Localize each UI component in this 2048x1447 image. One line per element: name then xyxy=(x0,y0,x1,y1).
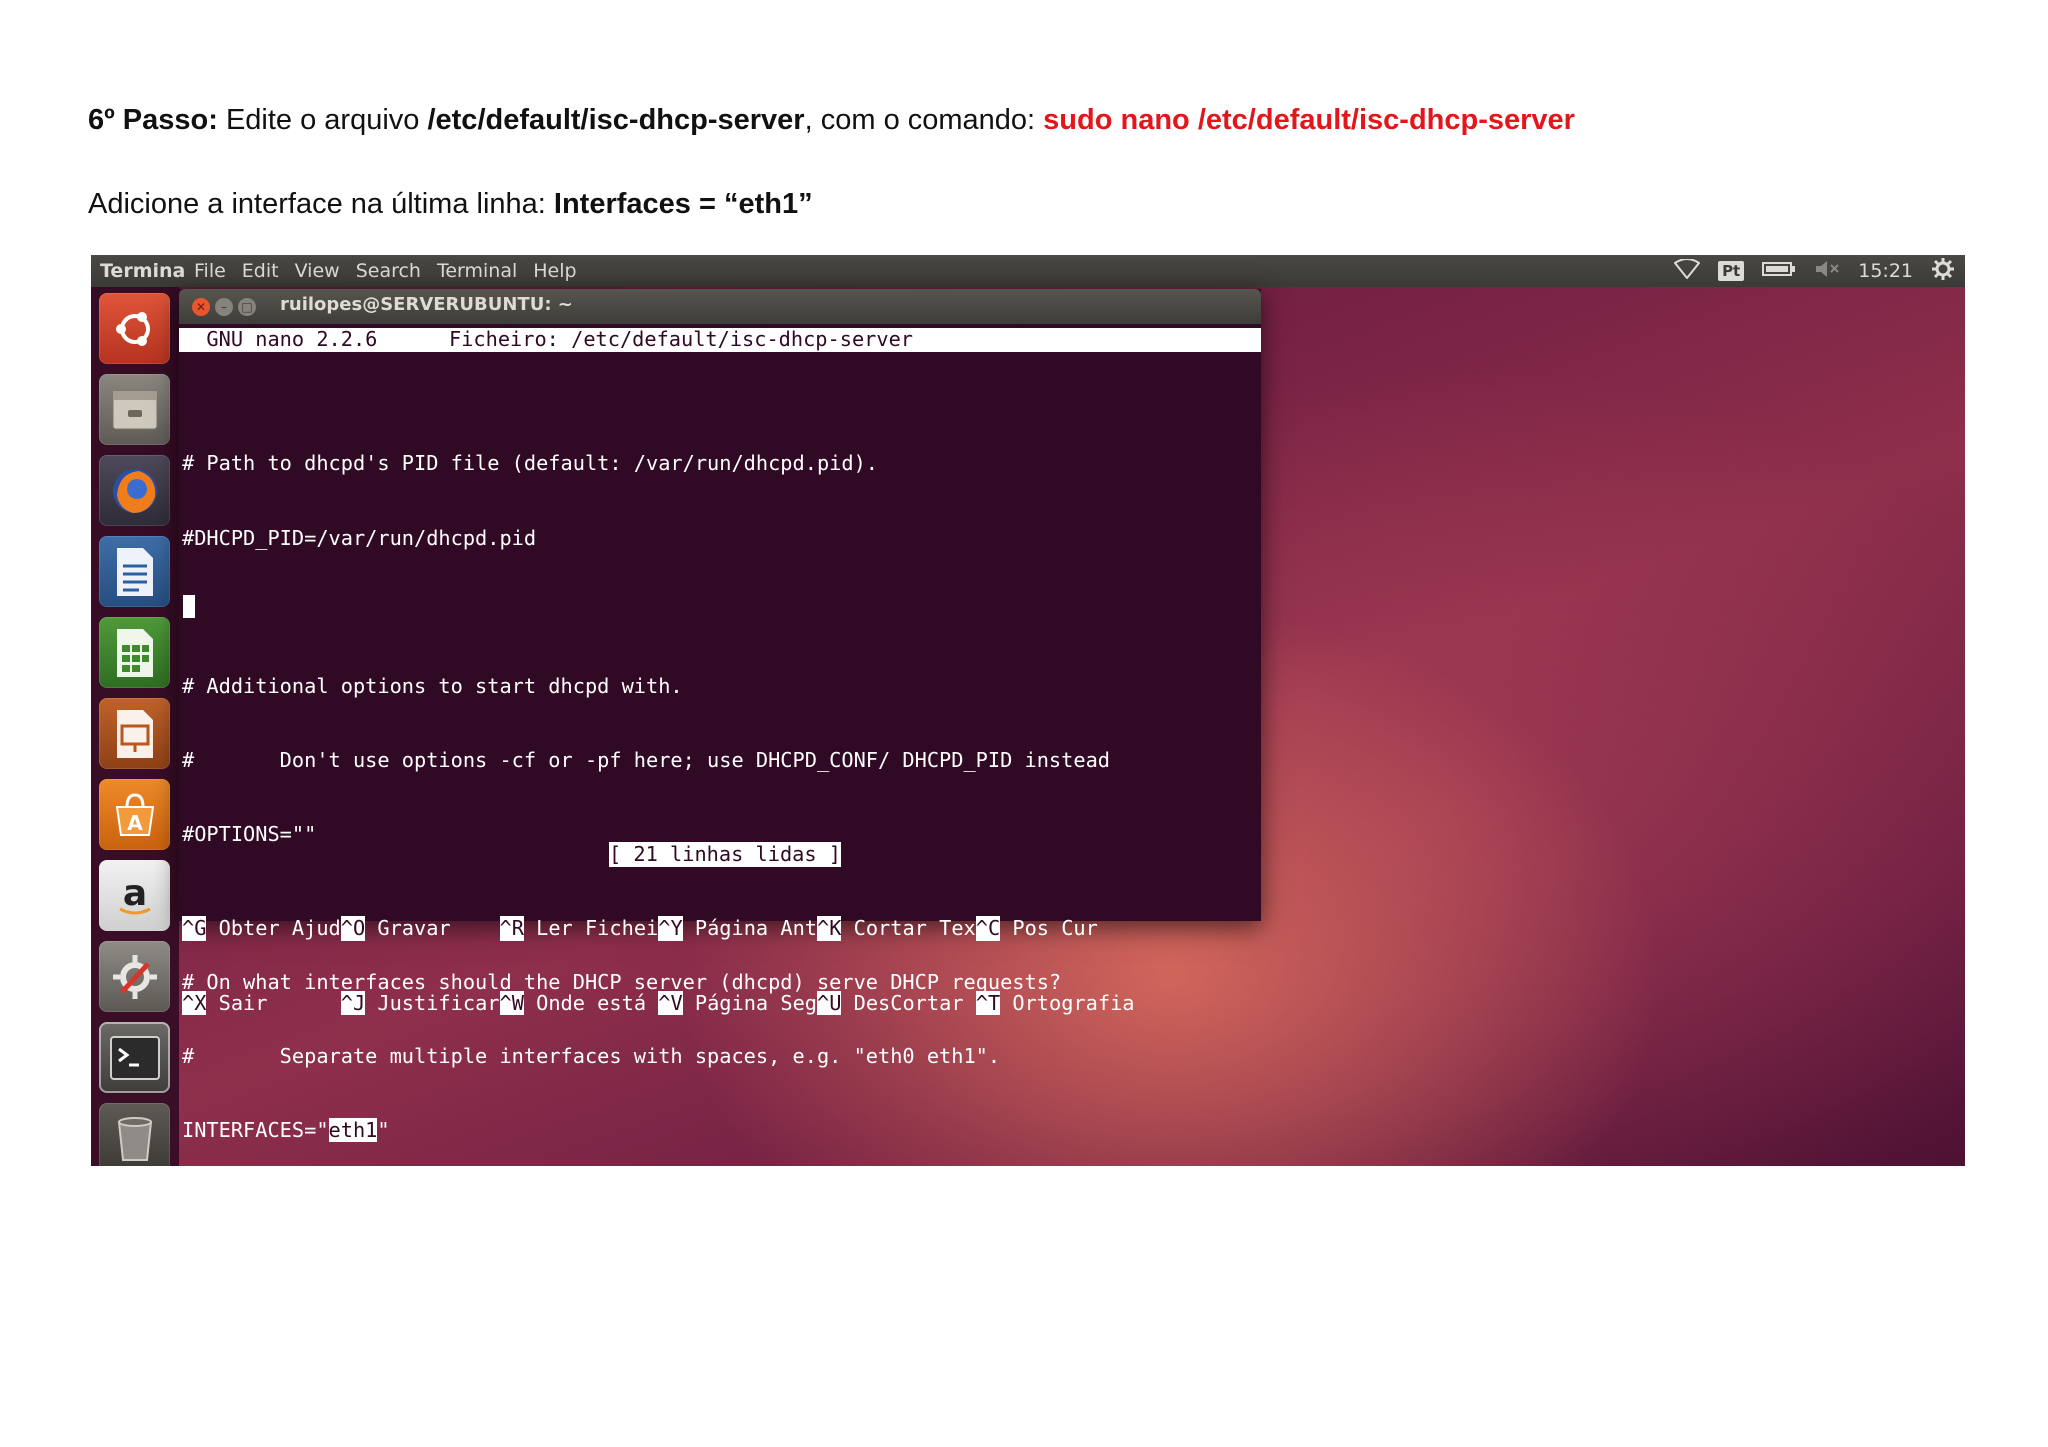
shortcut-cut-text[interactable]: ^K Cortar Tex xyxy=(817,916,976,942)
battery-icon[interactable] xyxy=(1762,260,1796,282)
impress-icon[interactable] xyxy=(99,698,170,769)
menu-view[interactable]: View xyxy=(287,260,348,282)
menu-file[interactable]: File xyxy=(186,260,234,282)
shortcut-bar: ^G Obter Ajud ^O Gravar ^R Ler Fichei ^Y… xyxy=(182,867,1135,1065)
file-line xyxy=(182,600,1110,625)
nano-filename: Ficheiro: /etc/default/isc-dhcp-server xyxy=(449,327,913,351)
nano-version: GNU nano 2.2.6 xyxy=(182,327,378,351)
active-app-name: Terminal xyxy=(100,260,186,282)
add-interface-instruction: Adicione a interface na última linha: In… xyxy=(88,186,813,222)
menu-terminal[interactable]: Terminal xyxy=(429,260,525,282)
shortcut-row: ^X Sair ^J Justificar ^W Onde está ^V Pá… xyxy=(182,990,1135,1016)
close-icon[interactable]: ✕ xyxy=(192,298,210,316)
shortcut-next-page[interactable]: ^V Página Seg xyxy=(658,990,817,1016)
shortcut-prev-page[interactable]: ^Y Página Ant xyxy=(658,916,817,942)
clock[interactable]: 15:21 xyxy=(1858,260,1913,282)
trash-icon[interactable] xyxy=(99,1103,170,1166)
keyboard-layout-icon[interactable]: Pt xyxy=(1718,261,1745,281)
terminal-icon[interactable] xyxy=(99,1022,170,1093)
ubuntu-dash-icon[interactable] xyxy=(99,293,170,364)
file-line: # Path to dhcpd's PID file (default: /va… xyxy=(182,451,878,476)
step-instruction: 6º Passo: Edite o arquivo /etc/default/i… xyxy=(88,102,1575,138)
interfaces-suffix: " xyxy=(377,1118,390,1143)
step-command: sudo nano /etc/default/isc-dhcp-server xyxy=(1043,104,1575,136)
shortcut-cursor-pos[interactable]: ^C Pos Cur xyxy=(975,916,1098,942)
ubuntu-desktop-screenshot: Terminal File Edit View Search Terminal … xyxy=(91,255,1965,1166)
terminal-titlebar[interactable]: ✕ – □ ruilopes@SERVERUBUNTU: ~ xyxy=(179,289,1261,324)
shortcut-row: ^G Obter Ajud ^O Gravar ^R Ler Fichei ^Y… xyxy=(182,916,1135,942)
add-bold: Interfaces = “eth1” xyxy=(553,188,813,220)
calc-icon[interactable] xyxy=(99,617,170,688)
shortcut-read-file[interactable]: ^R Ler Fichei xyxy=(499,916,658,942)
amazon-icon[interactable]: a xyxy=(99,860,170,931)
system-settings-icon[interactable] xyxy=(99,941,170,1012)
text-cursor xyxy=(183,595,195,618)
add-text: Adicione a interface na última linha: xyxy=(88,188,554,220)
interfaces-line: INTERFACES="eth1" xyxy=(182,1118,1110,1143)
terminal-window[interactable]: ✕ – □ ruilopes@SERVERUBUNTU: ~ GNU nano … xyxy=(179,289,1261,1143)
menu-help[interactable]: Help xyxy=(525,260,584,282)
shortcut-uncut[interactable]: ^U DesCortar xyxy=(817,990,976,1016)
minimize-icon[interactable]: – xyxy=(215,298,233,316)
file-line: # Don't use options -cf or -pf here; use… xyxy=(182,747,1110,772)
svg-text:a: a xyxy=(122,873,146,914)
software-center-icon[interactable]: A xyxy=(99,779,170,850)
step-text-2: , com o comando: xyxy=(804,104,1044,136)
wifi-icon[interactable] xyxy=(1673,257,1701,284)
interfaces-prefix: INTERFACES=" xyxy=(182,1118,329,1143)
files-icon[interactable] xyxy=(99,374,170,445)
file-line: #DHCPD_PID=/var/run/dhcpd.pid xyxy=(182,525,537,550)
menu-edit[interactable]: Edit xyxy=(234,260,287,282)
firefox-icon[interactable] xyxy=(99,455,170,526)
writer-icon[interactable] xyxy=(99,536,170,607)
svg-text:A: A xyxy=(127,811,143,835)
shortcut-where-is[interactable]: ^W Onde está xyxy=(499,990,659,1016)
nano-header: GNU nano 2.2.6 Ficheiro: /etc/default/is… xyxy=(179,327,1261,352)
interfaces-value: eth1 xyxy=(328,1118,378,1143)
launcher: A a xyxy=(91,287,179,1166)
step-text-1: Edite o arquivo xyxy=(217,104,428,136)
shortcut-help[interactable]: ^G Obter Ajud xyxy=(182,916,341,942)
shortcut-spell[interactable]: ^T Ortografia xyxy=(975,990,1135,1016)
maximize-icon[interactable]: □ xyxy=(238,298,256,316)
file-line: # Additional options to start dhcpd with… xyxy=(182,673,683,698)
settings-gear-icon[interactable] xyxy=(1931,257,1955,286)
top-panel: Terminal File Edit View Search Terminal … xyxy=(91,255,1965,287)
shortcut-exit[interactable]: ^X Sair xyxy=(182,990,341,1016)
step-path: /etc/default/isc-dhcp-server xyxy=(427,104,805,136)
step-label: 6º Passo: xyxy=(88,104,218,136)
status-message: [ 21 linhas lidas ] xyxy=(609,842,841,867)
menu-search[interactable]: Search xyxy=(348,260,429,282)
shortcut-justify[interactable]: ^J Justificar xyxy=(340,990,500,1016)
volume-muted-icon[interactable] xyxy=(1814,260,1840,283)
shortcut-save[interactable]: ^O Gravar xyxy=(340,916,500,942)
terminal-title: ruilopes@SERVERUBUNTU: ~ xyxy=(280,294,573,315)
